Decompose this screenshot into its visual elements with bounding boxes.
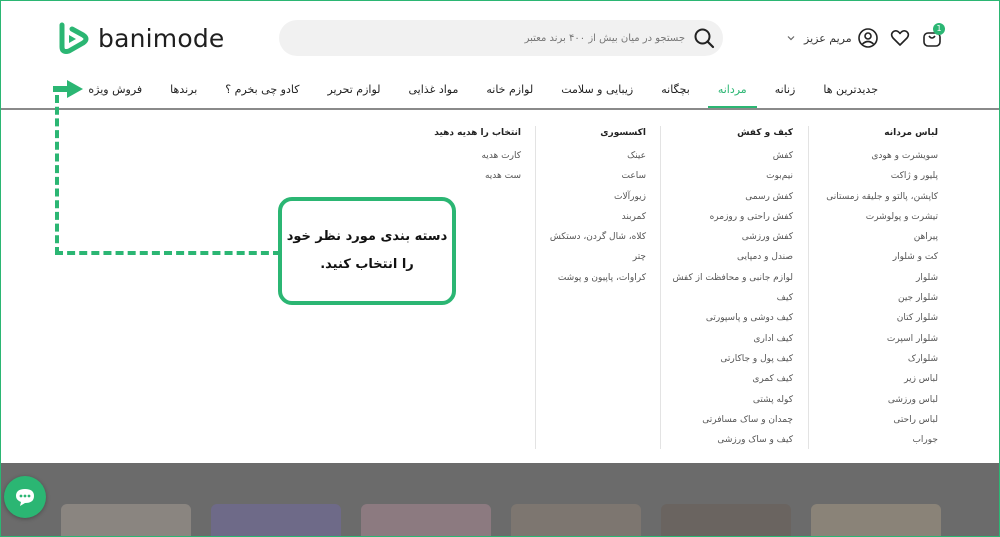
chat-button[interactable] bbox=[4, 476, 46, 518]
logo-text: banimode bbox=[98, 23, 225, 53]
column-divider bbox=[808, 126, 809, 449]
cart-count-badge: 1 bbox=[933, 23, 945, 35]
menu-link[interactable]: لوازم جانبی و محافظت از کفش bbox=[672, 268, 793, 288]
column-title[interactable]: لباس مردانه bbox=[826, 125, 938, 141]
menu-link[interactable]: نیم‌بوت bbox=[672, 166, 793, 186]
menu-link[interactable]: شلوار جین bbox=[826, 288, 938, 308]
menu-link[interactable]: صندل و دمپایی bbox=[672, 247, 793, 267]
menu-link[interactable]: کفش راحتی و روزمره bbox=[672, 207, 793, 227]
nav-item-food[interactable]: مواد غذایی bbox=[399, 83, 469, 96]
menu-link[interactable]: لباس زیر bbox=[826, 369, 938, 389]
product-card[interactable] bbox=[511, 504, 641, 537]
menu-link[interactable]: کفش bbox=[672, 146, 793, 166]
menu-link[interactable]: ست هدیه bbox=[434, 166, 521, 186]
product-card[interactable] bbox=[211, 504, 341, 537]
search-input[interactable] bbox=[305, 32, 685, 44]
column-divider bbox=[535, 126, 536, 449]
chat-icon bbox=[16, 489, 34, 506]
column-title[interactable]: کیف و کفش bbox=[672, 125, 793, 141]
menu-link[interactable]: کیف اداری bbox=[672, 329, 793, 349]
product-card[interactable] bbox=[61, 504, 191, 537]
user-name: مریم عزیز bbox=[804, 31, 852, 45]
nav-item-women[interactable]: زنانه bbox=[765, 83, 806, 96]
logo-mark-icon bbox=[59, 22, 89, 54]
menu-link[interactable]: شلوار اسپرت bbox=[826, 329, 938, 349]
menu-link[interactable]: لباس راحتی bbox=[826, 410, 938, 430]
menu-link[interactable]: عینک bbox=[550, 146, 646, 166]
menu-link[interactable]: چتر bbox=[550, 247, 646, 267]
menu-link[interactable]: چمدان و ساک مسافرتی bbox=[672, 410, 793, 430]
menu-column-mens-clothing: لباس مردانه سویشرت و هودی پلیور و ژاکت ک… bbox=[826, 125, 938, 450]
menu-link[interactable]: کت و شلوار bbox=[826, 247, 938, 267]
menu-column-gift: انتخاب را هدیه دهید کارت هدیه ست هدیه bbox=[434, 125, 521, 187]
menu-link[interactable]: شلوار bbox=[826, 268, 938, 288]
nav-item-brands[interactable]: برندها bbox=[160, 83, 207, 96]
main-nav: جدیدترین ها زنانه مردانه بچگانه زیبایی و… bbox=[88, 79, 888, 108]
user-icon bbox=[858, 28, 878, 48]
account-button[interactable] bbox=[856, 26, 880, 50]
nav-item-men[interactable]: مردانه bbox=[707, 83, 757, 108]
menu-link[interactable]: کفش ورزشی bbox=[672, 227, 793, 247]
menu-link[interactable]: پیراهن bbox=[826, 227, 938, 247]
menu-link[interactable]: جوراب bbox=[826, 430, 938, 450]
menu-link[interactable]: شلوارک bbox=[826, 349, 938, 369]
menu-link[interactable]: لباس ورزشی bbox=[826, 390, 938, 410]
menu-column-bags-shoes: کیف و کفش کفش نیم‌بوت کفش رسمی کفش راحتی… bbox=[672, 125, 793, 450]
chevron-down-icon bbox=[787, 36, 795, 41]
column-title[interactable]: اکسسوری bbox=[550, 125, 646, 141]
menu-link[interactable]: کیف پول و جاکارتی bbox=[672, 349, 793, 369]
wishlist-button[interactable] bbox=[888, 26, 912, 50]
product-card[interactable] bbox=[361, 504, 491, 537]
site-header: banimode مریم عزیز 1 جدیدترین bbox=[0, 0, 1000, 110]
menu-link[interactable]: کلاه، شال گردن، دستکش bbox=[550, 227, 646, 247]
menu-link[interactable]: کمربند bbox=[550, 207, 646, 227]
menu-link[interactable]: کوله پشتی bbox=[672, 390, 793, 410]
nav-item-gift-ideas[interactable]: کادو چی بخرم ؟ bbox=[215, 83, 309, 96]
heart-icon bbox=[890, 30, 910, 46]
nav-item-beauty[interactable]: زیبایی و سلامت bbox=[551, 83, 643, 96]
column-divider bbox=[660, 126, 661, 449]
menu-link[interactable]: پلیور و ژاکت bbox=[826, 166, 938, 186]
menu-link[interactable]: کفش رسمی bbox=[672, 187, 793, 207]
menu-link[interactable]: کیف bbox=[672, 288, 793, 308]
column-title[interactable]: انتخاب را هدیه دهید bbox=[434, 125, 521, 141]
menu-link[interactable]: کراوات، پاپیون و پوشت bbox=[550, 268, 646, 288]
menu-link[interactable]: کیف دوشی و پاسپورتی bbox=[672, 308, 793, 328]
nav-item-home[interactable]: لوازم خانه bbox=[476, 83, 543, 96]
cart-button[interactable]: 1 bbox=[920, 23, 945, 50]
menu-link[interactable]: شلوار کتان bbox=[826, 308, 938, 328]
menu-link[interactable]: کارت هدیه bbox=[434, 146, 521, 166]
callout-line-1: دسته بندی مورد نظر خود bbox=[286, 229, 448, 244]
menu-link[interactable]: ساعت bbox=[550, 166, 647, 186]
search-icon[interactable] bbox=[693, 27, 715, 49]
menu-column-accessories: اکسسوری عینک ساعت زیورآلات کمربند کلاه، … bbox=[550, 125, 646, 288]
menu-link[interactable]: کیف کمری bbox=[672, 369, 793, 389]
annotation-callout: دسته بندی مورد نظر خود را انتخاب کنید. bbox=[278, 197, 456, 305]
user-menu[interactable]: مریم عزیز bbox=[786, 27, 852, 49]
search-bar[interactable] bbox=[279, 20, 723, 56]
product-card[interactable] bbox=[661, 504, 791, 537]
product-card[interactable] bbox=[811, 504, 941, 537]
nav-item-newest[interactable]: جدیدترین ها bbox=[813, 83, 888, 96]
callout-line-2: را انتخاب کنید. bbox=[320, 257, 414, 272]
mega-menu: لباس مردانه سویشرت و هودی پلیور و ژاکت ک… bbox=[0, 110, 1000, 463]
banimode-logo[interactable]: banimode bbox=[56, 20, 224, 56]
nav-item-stationery[interactable]: لوازم تحریر bbox=[317, 83, 390, 96]
menu-link[interactable]: تیشرت و پولوشرت bbox=[826, 207, 938, 227]
nav-item-sale[interactable]: فروش ویژه bbox=[78, 83, 152, 96]
annotation-line-vertical bbox=[55, 95, 59, 255]
menu-link[interactable]: کیف و ساک ورزشی bbox=[672, 430, 793, 450]
menu-link[interactable]: کاپشن، پالتو و جلیقه زمستانی bbox=[826, 187, 938, 207]
annotation-line-horizontal bbox=[55, 251, 281, 255]
menu-link[interactable]: زیورآلات bbox=[550, 187, 646, 207]
nav-item-kids[interactable]: بچگانه bbox=[651, 83, 700, 96]
menu-link[interactable]: سویشرت و هودی bbox=[826, 146, 938, 166]
